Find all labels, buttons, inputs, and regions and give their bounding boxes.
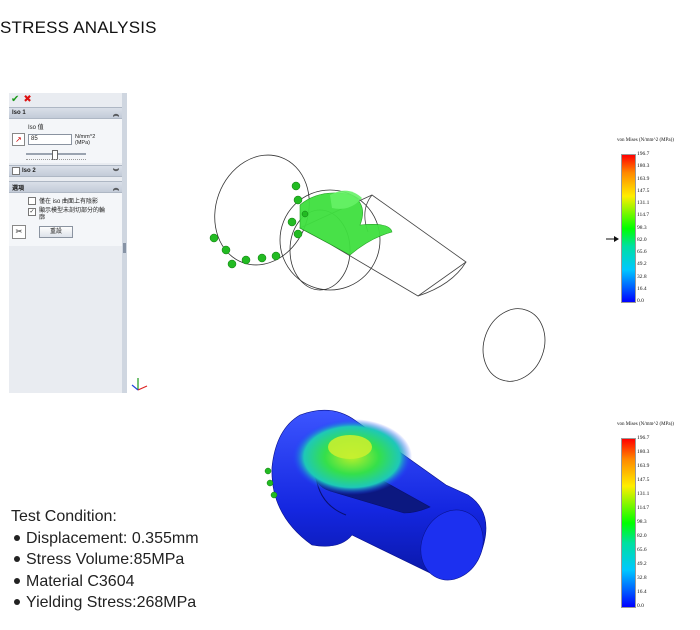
- legend-tick-label: 49.2: [637, 261, 647, 268]
- legend-tick-label: 32.8: [637, 575, 647, 581]
- legend-tick-label: 16.4: [637, 589, 647, 595]
- legend-tick-label: 163.9: [637, 175, 650, 182]
- condition-item: Stress Volume:85MPa: [11, 549, 199, 571]
- legend-tick-label: 196.7: [637, 151, 650, 157]
- legend-title: von Mises (N/mm^2 (MPa)): [617, 422, 674, 427]
- condition-item: Displacement: 0.355mm: [11, 528, 199, 550]
- legend-tick-label: 32.8: [637, 273, 647, 280]
- legend-tick-label: 180.3: [637, 163, 650, 170]
- coordinate-triad-icon: [131, 378, 148, 391]
- legend-tick-label: 114.7: [637, 212, 650, 219]
- legend-tick-label: 147.5: [637, 477, 650, 483]
- von-mises-legend-top: von Mises (N/mm^2 (MPa)) 196.7 180.3 163.9…: [617, 138, 697, 308]
- end-ring-outline: [482, 308, 546, 382]
- legend-tick-label: 180.3: [637, 449, 650, 455]
- legend-tick-label: 196.7: [637, 435, 650, 441]
- legend-tick-label: 82.0: [637, 236, 647, 243]
- legend-tick-label: 131.1: [637, 491, 650, 497]
- legend-tick-label: 114.7: [637, 505, 650, 511]
- legend-tick-label: 0.0: [637, 298, 644, 304]
- fixture-markers: [209, 181, 309, 269]
- conditions-heading: Test Condition:: [11, 508, 117, 525]
- legend-tick-label: 82.0: [637, 533, 647, 539]
- condition-item: Yielding Stress:268MPa: [11, 592, 199, 614]
- legend-color-bar: [621, 438, 636, 608]
- legend-title: von Mises (N/mm^2 (MPa)): [617, 138, 674, 143]
- iso-surface-view: [131, 154, 619, 391]
- legend-tick-label: 0.0: [637, 603, 644, 609]
- test-conditions: Test Condition: Displacement: 0.355mm St…: [11, 506, 199, 614]
- legend-color-bar: [621, 154, 636, 303]
- legend-tick-label: 65.6: [637, 249, 647, 255]
- legend-tick-label: 98.3: [637, 224, 647, 231]
- legend-tick-label: 16.4: [637, 285, 647, 292]
- legend-tick-label: 65.6: [637, 547, 647, 553]
- legend-tick-label: 98.3: [637, 519, 647, 525]
- condition-item: Material C3604: [11, 571, 199, 593]
- legend-tick-label: 49.2: [637, 561, 647, 567]
- legend-tick-label: 163.9: [637, 463, 650, 469]
- legend-tick-label: 131.1: [637, 200, 650, 206]
- von-mises-legend-bottom: von Mises (N/mm^2 (MPa)) 196.7 180.3 163.9…: [617, 422, 697, 612]
- legend-tick-label: 147.5: [637, 187, 650, 194]
